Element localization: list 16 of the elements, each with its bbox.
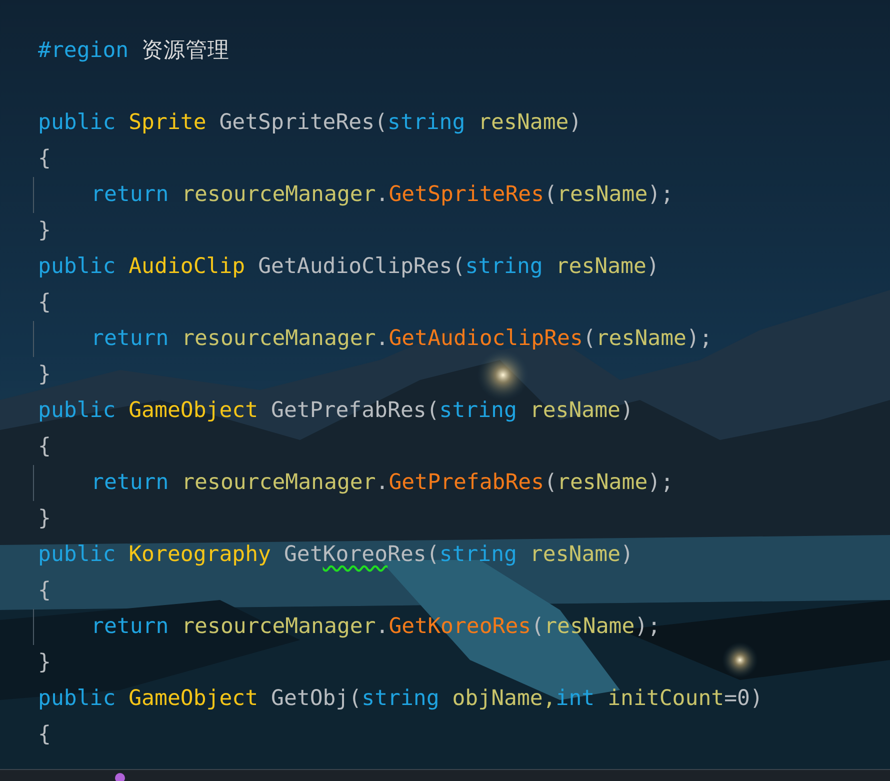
code-line: }	[38, 505, 51, 533]
code-line: }	[38, 649, 51, 677]
code-line: public GameObject GetObj(string objName,int initCount=0)	[38, 685, 763, 713]
code-line: #region 资源管理	[38, 37, 230, 65]
code-line: {	[38, 433, 51, 461]
code-line: {	[38, 289, 51, 317]
code-line: public AudioClip GetAudioClipRes(string resName)	[38, 253, 660, 281]
code-line: public Sprite GetSpriteRes(string resName)	[38, 109, 582, 137]
code-line: public GameObject GetPrefabRes(string resName)	[38, 397, 634, 425]
code-line: public Koreography GetKoreoRes(string resName)	[38, 541, 634, 569]
class-icon	[115, 773, 125, 781]
code-line: {	[38, 145, 51, 173]
code-line: }	[38, 217, 51, 245]
code-line: {	[38, 577, 51, 605]
code-line: }	[38, 361, 51, 389]
code-line: {	[38, 721, 51, 749]
